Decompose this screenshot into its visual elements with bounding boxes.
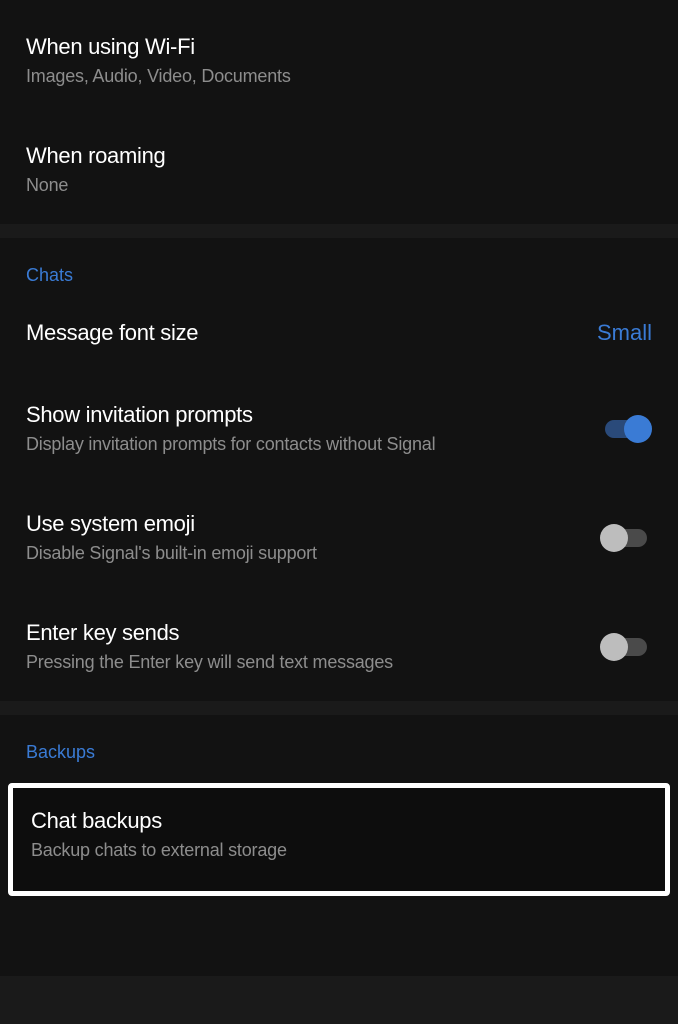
setting-wifi-title: When using Wi-Fi [26, 34, 652, 60]
setting-wifi-subtitle: Images, Audio, Video, Documents [26, 66, 652, 87]
setting-enter-sends-title: Enter key sends [26, 620, 580, 646]
toggle-system-emoji[interactable] [600, 522, 652, 554]
toggle-invitation[interactable] [600, 413, 652, 445]
setting-wifi[interactable]: When using Wi-Fi Images, Audio, Video, D… [0, 6, 678, 115]
setting-font-size[interactable]: Message font size Small [0, 292, 678, 374]
setting-system-emoji[interactable]: Use system emoji Disable Signal's built-… [0, 483, 678, 592]
setting-chat-backups-title: Chat backups [31, 808, 647, 834]
divider [0, 224, 678, 238]
setting-system-emoji-title: Use system emoji [26, 511, 580, 537]
setting-system-emoji-subtitle: Disable Signal's built-in emoji support [26, 543, 580, 564]
chats-header: Chats [0, 238, 678, 292]
setting-chat-backups[interactable]: Chat backups Backup chats to external st… [8, 783, 670, 896]
setting-roaming[interactable]: When roaming None [0, 115, 678, 224]
setting-roaming-subtitle: None [26, 175, 652, 196]
setting-enter-sends[interactable]: Enter key sends Pressing the Enter key w… [0, 592, 678, 701]
media-section: When using Wi-Fi Images, Audio, Video, D… [0, 0, 678, 224]
backups-section: Backups Chat backups Backup chats to ext… [0, 715, 678, 976]
setting-invitation-subtitle: Display invitation prompts for contacts … [26, 434, 580, 455]
setting-invitation-title: Show invitation prompts [26, 402, 580, 428]
chats-section: Chats Message font size Small Show invit… [0, 238, 678, 701]
divider [0, 701, 678, 715]
setting-invitation[interactable]: Show invitation prompts Display invitati… [0, 374, 678, 483]
setting-enter-sends-subtitle: Pressing the Enter key will send text me… [26, 652, 580, 673]
toggle-enter-sends[interactable] [600, 631, 652, 663]
setting-font-size-title: Message font size [26, 320, 597, 346]
setting-roaming-title: When roaming [26, 143, 652, 169]
backups-header: Backups [0, 715, 678, 769]
setting-font-size-value: Small [597, 320, 652, 346]
setting-chat-backups-subtitle: Backup chats to external storage [31, 840, 647, 861]
